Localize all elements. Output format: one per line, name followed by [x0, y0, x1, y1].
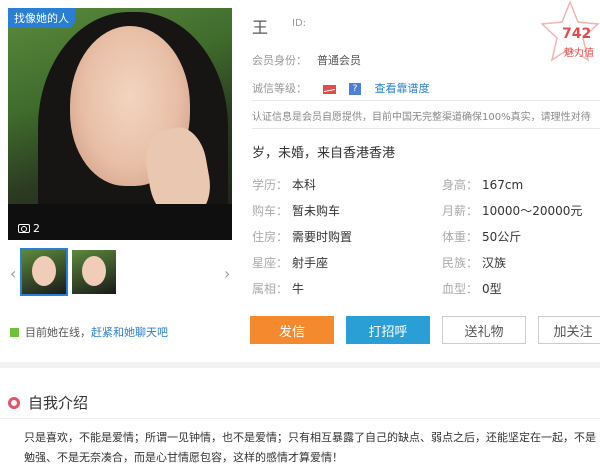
charm-score: 742	[562, 26, 592, 42]
detail-salary: 月薪： 10000～20000元	[442, 204, 583, 218]
charm-badge: 742 魅力值	[540, 0, 600, 68]
photo-count: 2	[18, 222, 40, 235]
online-text: 目前她在线，	[25, 326, 91, 339]
detail-zodiac: 星座： 射手座	[252, 256, 329, 270]
send-gift-button[interactable]: 送礼物	[442, 316, 526, 344]
thumbnail-face	[82, 256, 106, 286]
prev-arrow-icon[interactable]: ‹	[10, 264, 16, 283]
profile-summary: 岁，未婚，来自香港香港	[252, 146, 396, 161]
detail-education: 学历： 本科	[252, 178, 317, 192]
member-label: 会员身份：	[252, 54, 307, 67]
profile-photo[interactable]	[8, 8, 232, 240]
credit-label: 诚信等级：	[252, 82, 307, 95]
intro-heading: 自我介绍	[8, 392, 88, 413]
photo-count-value: 2	[33, 222, 40, 235]
detail-ethnicity: 民族： 汉族	[442, 256, 507, 270]
online-dot-icon	[10, 327, 19, 337]
send-message-button[interactable]: 发信	[250, 316, 334, 344]
follow-button[interactable]: 加关注	[538, 316, 600, 344]
ring-icon	[8, 396, 20, 409]
detail-height: 身高： 167cm	[442, 178, 524, 192]
thumbnail-1[interactable]	[20, 248, 68, 296]
thumbnail-face	[32, 256, 56, 286]
detail-housing: 住房： 需要时购置	[252, 230, 353, 244]
mail-verify-icon[interactable]	[322, 84, 336, 94]
find-similar-badge[interactable]: 找像她的人	[8, 8, 75, 28]
charm-label: 魅力值	[564, 48, 594, 59]
credit-link[interactable]: 查看靠谱度	[375, 82, 430, 95]
section-divider	[0, 362, 600, 368]
profile-id: ID:	[292, 18, 307, 29]
verify-note: 认证信息是会员自愿提供，目前中国无完整渠道确保100%真实，请理性对待	[252, 112, 591, 123]
divider	[252, 128, 600, 129]
divider	[252, 100, 600, 101]
photo-thumbnails: ‹ ›	[8, 248, 232, 300]
intro-divider	[0, 418, 600, 419]
detail-weight: 体重： 50公斤	[442, 230, 522, 244]
say-hello-button[interactable]: 打招呼	[346, 316, 430, 344]
camera-icon	[18, 224, 30, 233]
member-value: 普通会员	[317, 54, 361, 67]
profile-name: 王	[252, 18, 269, 37]
question-icon[interactable]: ?	[349, 83, 361, 95]
photo-shoulder	[8, 204, 232, 240]
detail-animal: 属相：牛	[252, 282, 305, 296]
intro-text: 只是喜欢，不能是爱情；所谓一见钟情，也不是爱情；只有相互暴露了自己的缺点、弱点之…	[24, 431, 596, 464]
next-arrow-icon[interactable]: ›	[224, 264, 230, 283]
credit-row: 诚信等级： ? 查看靠谱度	[252, 80, 430, 96]
intro-title: 自我介绍	[28, 394, 89, 412]
detail-blood: 血型： 0型	[442, 282, 502, 296]
member-row: 会员身份： 普通会员	[252, 52, 361, 68]
detail-car: 购车： 暂未购车	[252, 204, 341, 218]
thumbnail-2[interactable]	[72, 250, 116, 294]
online-status: 目前她在线，赶紧和她聊天吧	[10, 324, 168, 340]
chat-link[interactable]: 赶紧和她聊天吧	[91, 326, 168, 339]
